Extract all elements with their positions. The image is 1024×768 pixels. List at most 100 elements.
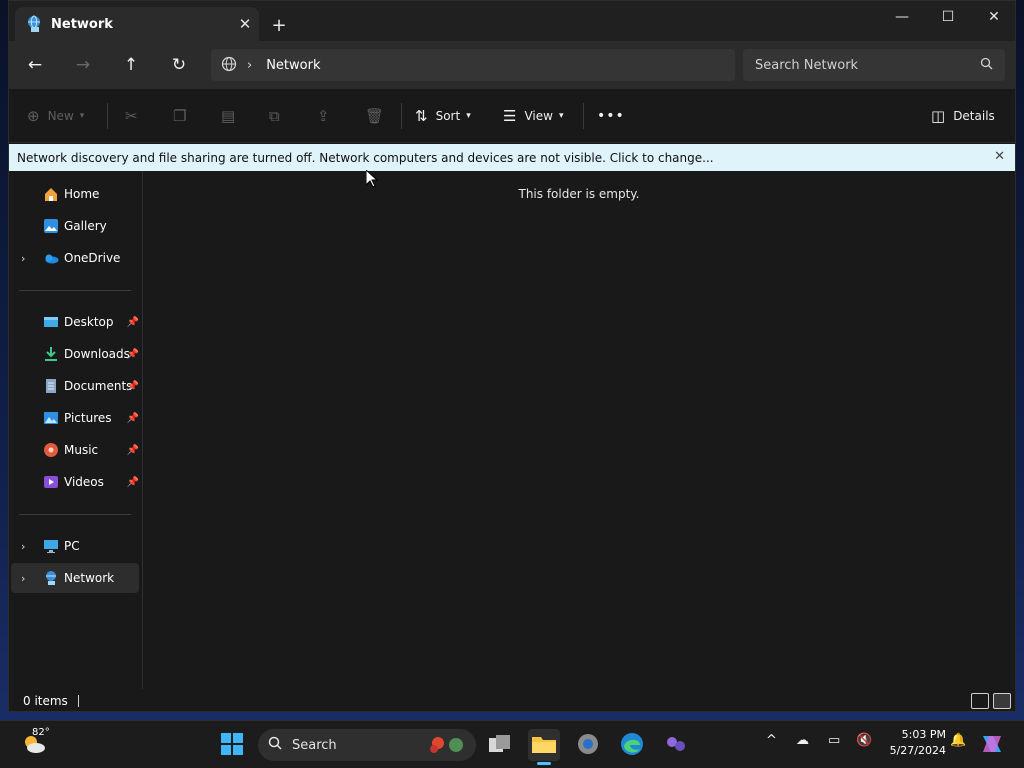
clock-date: 5/27/2024 [889, 744, 946, 757]
cut-button[interactable]: ✂ [125, 101, 146, 131]
tray-overflow-chevron[interactable]: ^ [766, 733, 777, 748]
details-view-icon[interactable] [971, 693, 989, 709]
tab-network[interactable]: Network ✕ [15, 7, 259, 41]
sidebar-item-label: Downloads [64, 347, 130, 361]
infobar-message[interactable]: Network discovery and file sharing are t… [17, 151, 714, 165]
divider [19, 290, 131, 291]
navigation-pane: Home Gallery › OneDrive Desktop 📌 Downlo… [9, 171, 143, 689]
network-tray-icon[interactable]: ▭ [828, 733, 840, 748]
onedrive-tray-icon[interactable]: ☁ [796, 733, 809, 748]
folder-icon [531, 733, 557, 758]
share-button[interactable]: ⇪ [317, 101, 338, 131]
new-tab-button[interactable]: + [265, 11, 293, 39]
pc-icon [43, 538, 59, 554]
volume-muted-icon[interactable]: 🔇 [856, 733, 872, 748]
taskbar-app-purple[interactable] [660, 729, 692, 761]
maximize-button[interactable]: ☐ [925, 1, 971, 33]
taskbar-edge[interactable] [616, 729, 648, 761]
sidebar-item-label: Home [64, 187, 100, 201]
view-button[interactable]: ☰ View ▾ [503, 101, 563, 131]
file-list-area[interactable]: This folder is empty. [143, 171, 1015, 689]
sidebar-item-label: PC [64, 539, 80, 553]
pin-icon[interactable]: 📌 [127, 381, 139, 392]
sidebar-item-label: Pictures [64, 411, 112, 425]
close-tab-icon[interactable]: ✕ [231, 10, 259, 38]
plus-circle-icon: ⊕ [27, 107, 40, 125]
sidebar-item-network[interactable]: › Network [11, 563, 139, 593]
copy-button[interactable]: ❐ [173, 101, 194, 131]
clipboard-icon: ▤ [221, 107, 236, 125]
chevron-right-icon[interactable]: › [21, 540, 25, 553]
share-icon: ⇪ [317, 107, 330, 125]
status-bar: 0 items [9, 689, 1015, 713]
sidebar-item-downloads[interactable]: Downloads 📌 [11, 339, 139, 369]
taskbar-file-explorer[interactable] [528, 729, 560, 765]
divider [107, 103, 108, 129]
command-bar: ⊕ New ▾ ✂ ❐ ▤ ⧉ ⇪ 🗑 ⇅ Sort ▾ ☰ View ▾ ••… [9, 89, 1015, 143]
taskbar-clock[interactable]: 5:03 PM 5/27/2024 [880, 727, 946, 759]
minimize-button[interactable]: — [879, 1, 925, 33]
divider [19, 514, 131, 515]
sidebar-item-documents[interactable]: Documents 📌 [11, 371, 139, 401]
refresh-button[interactable]: ↻ [163, 49, 195, 81]
delete-button[interactable]: 🗑 [365, 101, 392, 131]
sort-button[interactable]: ⇅ Sort ▾ [415, 101, 471, 131]
search-box[interactable] [743, 49, 1005, 81]
sort-label: Sort [435, 109, 461, 123]
chevron-right-icon[interactable]: › [21, 252, 25, 265]
up-button[interactable]: ↑ [115, 49, 147, 81]
taskbar: 82° Search ^ ☁ ▭ 🔇 5:03 PM 5/27/2024 🔔 [0, 720, 1024, 768]
search-input[interactable] [755, 57, 980, 73]
chevron-down-icon: ▾ [466, 111, 471, 121]
address-bar[interactable]: › Network [211, 49, 735, 81]
new-button[interactable]: ⊕ New ▾ [27, 101, 84, 131]
mouse-cursor-icon [365, 168, 379, 191]
sidebar-item-onedrive[interactable]: › OneDrive [11, 243, 139, 273]
title-bar: Network ✕ + — ☐ ✕ [9, 1, 1015, 41]
taskbar-settings[interactable] [572, 729, 604, 761]
sidebar-item-desktop[interactable]: Desktop 📌 [11, 307, 139, 337]
chevron-down-icon: ▾ [558, 111, 564, 121]
paste-button[interactable]: ▤ [221, 101, 243, 131]
rename-button[interactable]: ⧉ [269, 101, 288, 131]
tiles-view-icon[interactable] [993, 693, 1011, 709]
search-highlight-flower-icon [426, 733, 466, 761]
pin-icon[interactable]: 📌 [127, 413, 139, 424]
address-bar-row: ← → ↑ ↻ › Network [9, 41, 1015, 89]
forward-button[interactable]: → [67, 49, 99, 81]
pin-icon[interactable]: 📌 [127, 477, 139, 488]
view-list-icon: ☰ [503, 107, 517, 125]
search-icon[interactable] [980, 57, 993, 73]
rename-icon: ⧉ [269, 107, 280, 125]
chevron-right-icon[interactable]: › [247, 58, 252, 73]
breadcrumb-network[interactable]: Network [266, 58, 320, 73]
network-discovery-infobar[interactable]: Network discovery and file sharing are t… [9, 144, 1015, 171]
chevron-right-icon[interactable]: › [21, 572, 25, 585]
start-button[interactable] [216, 729, 248, 761]
task-view-icon [488, 734, 512, 757]
sidebar-item-pc[interactable]: › PC [11, 531, 139, 561]
sidebar-item-music[interactable]: Music 📌 [11, 435, 139, 465]
taskbar-search[interactable]: Search [258, 729, 476, 761]
pin-icon[interactable]: 📌 [127, 445, 139, 456]
gear-icon [576, 732, 600, 759]
back-button[interactable]: ← [19, 49, 51, 81]
task-view-button[interactable] [484, 729, 516, 761]
close-window-button[interactable]: ✕ [971, 1, 1017, 33]
pin-icon[interactable]: 📌 [127, 349, 139, 360]
pin-icon[interactable]: 📌 [127, 317, 139, 328]
sidebar-item-gallery[interactable]: Gallery [11, 211, 139, 241]
more-options-button[interactable]: ••• [597, 101, 625, 131]
sidebar-item-pictures[interactable]: Pictures 📌 [11, 403, 139, 433]
item-count: 0 items [23, 694, 68, 708]
sidebar-item-videos[interactable]: Videos 📌 [11, 467, 139, 497]
purple-app-icon [664, 734, 688, 757]
empty-folder-message: This folder is empty. [518, 187, 640, 201]
copilot-button[interactable] [976, 729, 1008, 761]
notification-bell-icon[interactable]: 🔔 [950, 733, 966, 748]
sidebar-item-home[interactable]: Home [11, 179, 139, 209]
close-icon[interactable]: ✕ [994, 149, 1005, 164]
weather-widget[interactable]: 82° [14, 727, 54, 761]
details-button[interactable]: ◫ Details [931, 101, 995, 131]
details-label: Details [953, 109, 995, 123]
